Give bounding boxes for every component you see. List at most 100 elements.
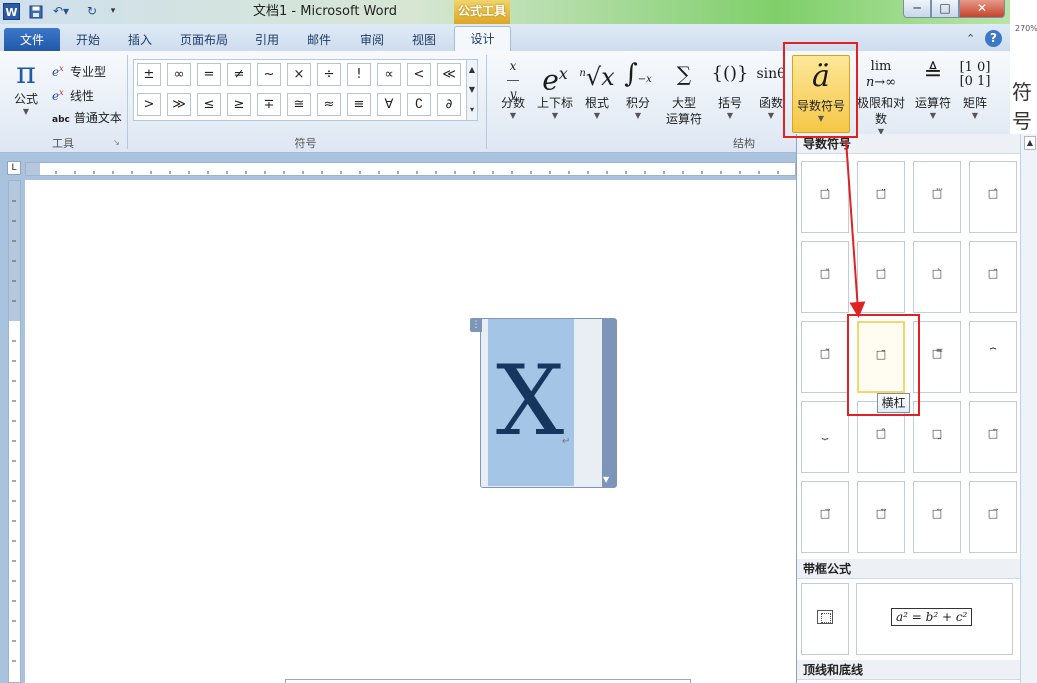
accent-hat[interactable]: □̂: [969, 161, 1017, 233]
symbol-plus-minus[interactable]: ±: [137, 63, 161, 86]
maximize-button[interactable]: □: [931, 0, 959, 18]
tab-references[interactable]: 引用: [244, 28, 290, 52]
bracket-icon: {()}: [711, 63, 749, 84]
symbol-greater-than[interactable]: >: [137, 93, 161, 116]
plain-text-label: 普通文本: [73, 111, 122, 125]
accent-right-arrow[interactable]: □⃗: [801, 481, 849, 553]
group-divider: [486, 55, 487, 149]
limit-log-button[interactable]: lim n→∞ 极限和对数 ▼: [852, 53, 910, 136]
redo-icon[interactable]: ↻: [83, 3, 101, 20]
save-icon[interactable]: [28, 3, 44, 20]
tab-design[interactable]: 设计: [454, 26, 511, 53]
accent-overbrace[interactable]: ⏞: [969, 321, 1017, 393]
equation-move-handle-icon[interactable]: ⋮: [470, 318, 482, 332]
tab-view[interactable]: 视图: [402, 28, 446, 52]
symbol-tilde[interactable]: ~: [257, 63, 281, 86]
superscript-icon: ex: [542, 63, 568, 97]
symbol-partial[interactable]: ∂: [437, 93, 461, 116]
tab-file[interactable]: 文件: [4, 28, 60, 52]
tab-page-layout[interactable]: 页面布局: [170, 28, 238, 52]
symbol-identical[interactable]: ≡: [347, 93, 371, 116]
accent-bar-tooltip: 横杠: [877, 393, 910, 413]
operator-button[interactable]: ≜ 运算符 ▼: [912, 53, 954, 133]
symbol-complement[interactable]: ∁: [407, 93, 431, 116]
linear-button[interactable]: ex 线性: [52, 83, 94, 103]
symbol-factorial[interactable]: !: [347, 63, 371, 86]
accent-bar[interactable]: □̄: [857, 321, 905, 393]
accent-left-harpoon[interactable]: □⃐: [913, 481, 961, 553]
pi-icon: π: [16, 56, 36, 91]
symbol-much-greater[interactable]: ≫: [167, 93, 191, 116]
accent-group-bottom[interactable]: □̯: [913, 401, 961, 473]
accent-right-harpoon[interactable]: □⃑: [969, 481, 1017, 553]
radical-button[interactable]: n√x 根式 ▼: [578, 53, 616, 133]
script-label: 上下标: [536, 96, 573, 110]
symbol-not-equal[interactable]: ≠: [227, 63, 251, 86]
accent-acute[interactable]: □́: [857, 241, 905, 313]
operator-label: 运算符: [914, 96, 951, 110]
matrix-button[interactable]: [1 0] [0 1] 矩阵 ▼: [956, 53, 994, 133]
symbol-equals[interactable]: =: [197, 63, 221, 86]
accent-double-dot[interactable]: □̈: [857, 161, 905, 233]
equation-content[interactable]: X: [486, 336, 574, 466]
accent-underbrace[interactable]: ⏟: [801, 401, 849, 473]
accent-button[interactable]: ä 导数符号 ▼: [792, 55, 850, 133]
fraction-button[interactable]: x ― y 分数 ▼: [494, 53, 532, 133]
symbol-approx[interactable]: ≈: [317, 93, 341, 116]
gallery-scrollbar[interactable]: ▲: [1020, 134, 1037, 683]
symbol-congruent[interactable]: ≅: [287, 93, 311, 116]
symbol-for-all[interactable]: ∀: [377, 93, 401, 116]
ruler-ticks: [12, 200, 16, 662]
word-app-icon[interactable]: W: [3, 3, 20, 20]
boxed-formula-template[interactable]: [801, 583, 849, 655]
symbol-times[interactable]: ×: [287, 63, 311, 86]
professional-button[interactable]: ex 专业型: [52, 59, 106, 79]
equation-button[interactable]: π 公式 ▼: [8, 57, 44, 129]
symbol-gallery-scroll[interactable]: ▲ ▼ ▾: [466, 59, 478, 121]
scroll-up-icon[interactable]: ▲: [1024, 136, 1036, 150]
symbol-divide[interactable]: ÷: [317, 63, 341, 86]
function-button[interactable]: sinθ 函数 ▼: [752, 53, 790, 133]
tab-insert[interactable]: 插入: [116, 28, 164, 52]
integral-button[interactable]: ∫−x 积分 ▼: [619, 53, 657, 133]
customize-quick-access-icon[interactable]: ▾: [108, 3, 118, 20]
accent-grave[interactable]: □̀: [913, 241, 961, 313]
large-operator-button[interactable]: ∑ 大型 运算符: [660, 53, 708, 133]
horizontal-ruler[interactable]: [25, 162, 796, 176]
symbol-proportional[interactable]: ∝: [377, 63, 401, 86]
collapse-ribbon-icon[interactable]: ⌃: [966, 32, 975, 45]
symbol-infinity[interactable]: ∞: [167, 63, 191, 86]
accent-left-right-arrow[interactable]: □⃡: [857, 481, 905, 553]
tab-review[interactable]: 审阅: [348, 28, 396, 52]
accent-left-arrow[interactable]: □⃖: [969, 401, 1017, 473]
equation-options-chevron-icon[interactable]: ▼: [603, 475, 609, 484]
symbol-less-than[interactable]: <: [407, 63, 431, 86]
accent-dot[interactable]: □̇: [801, 161, 849, 233]
accent-double-bar[interactable]: □̿: [913, 321, 961, 393]
bracket-button[interactable]: {()} 括号 ▼: [711, 53, 749, 133]
minimize-button[interactable]: ─: [903, 0, 931, 18]
help-icon[interactable]: ?: [985, 30, 1002, 47]
summation-icon: ∑: [676, 62, 692, 86]
vertical-ruler[interactable]: [8, 180, 21, 683]
symbol-minus-plus[interactable]: ∓: [257, 93, 281, 116]
script-button[interactable]: ex 上下标 ▼: [534, 53, 576, 133]
symbol-less-equal[interactable]: ≤: [197, 93, 221, 116]
chevron-down-icon: ▼: [767, 111, 775, 120]
accent-tilde[interactable]: □̃: [801, 321, 849, 393]
dialog-launcher-icon[interactable]: ↘: [113, 138, 120, 147]
undo-icon[interactable]: ↶▾: [50, 3, 72, 20]
accent-check[interactable]: □̌: [801, 241, 849, 313]
document-page[interactable]: [25, 180, 796, 683]
tab-selector[interactable]: L: [7, 161, 21, 175]
tab-home[interactable]: 开始: [64, 28, 112, 52]
tab-mailings[interactable]: 邮件: [296, 28, 342, 52]
accent-triple-dot[interactable]: □⃛: [913, 161, 961, 233]
boxed-formula-example[interactable]: a² = b² + c²: [856, 583, 1013, 655]
accent-breve[interactable]: □̆: [969, 241, 1017, 313]
symbol-much-less[interactable]: ≪: [437, 63, 461, 86]
close-button[interactable]: ✕: [959, 0, 1005, 18]
symbol-greater-equal[interactable]: ≥: [227, 93, 251, 116]
equation-options-bar[interactable]: [602, 319, 616, 487]
plain-text-button[interactable]: abc 普通文本: [52, 108, 122, 128]
